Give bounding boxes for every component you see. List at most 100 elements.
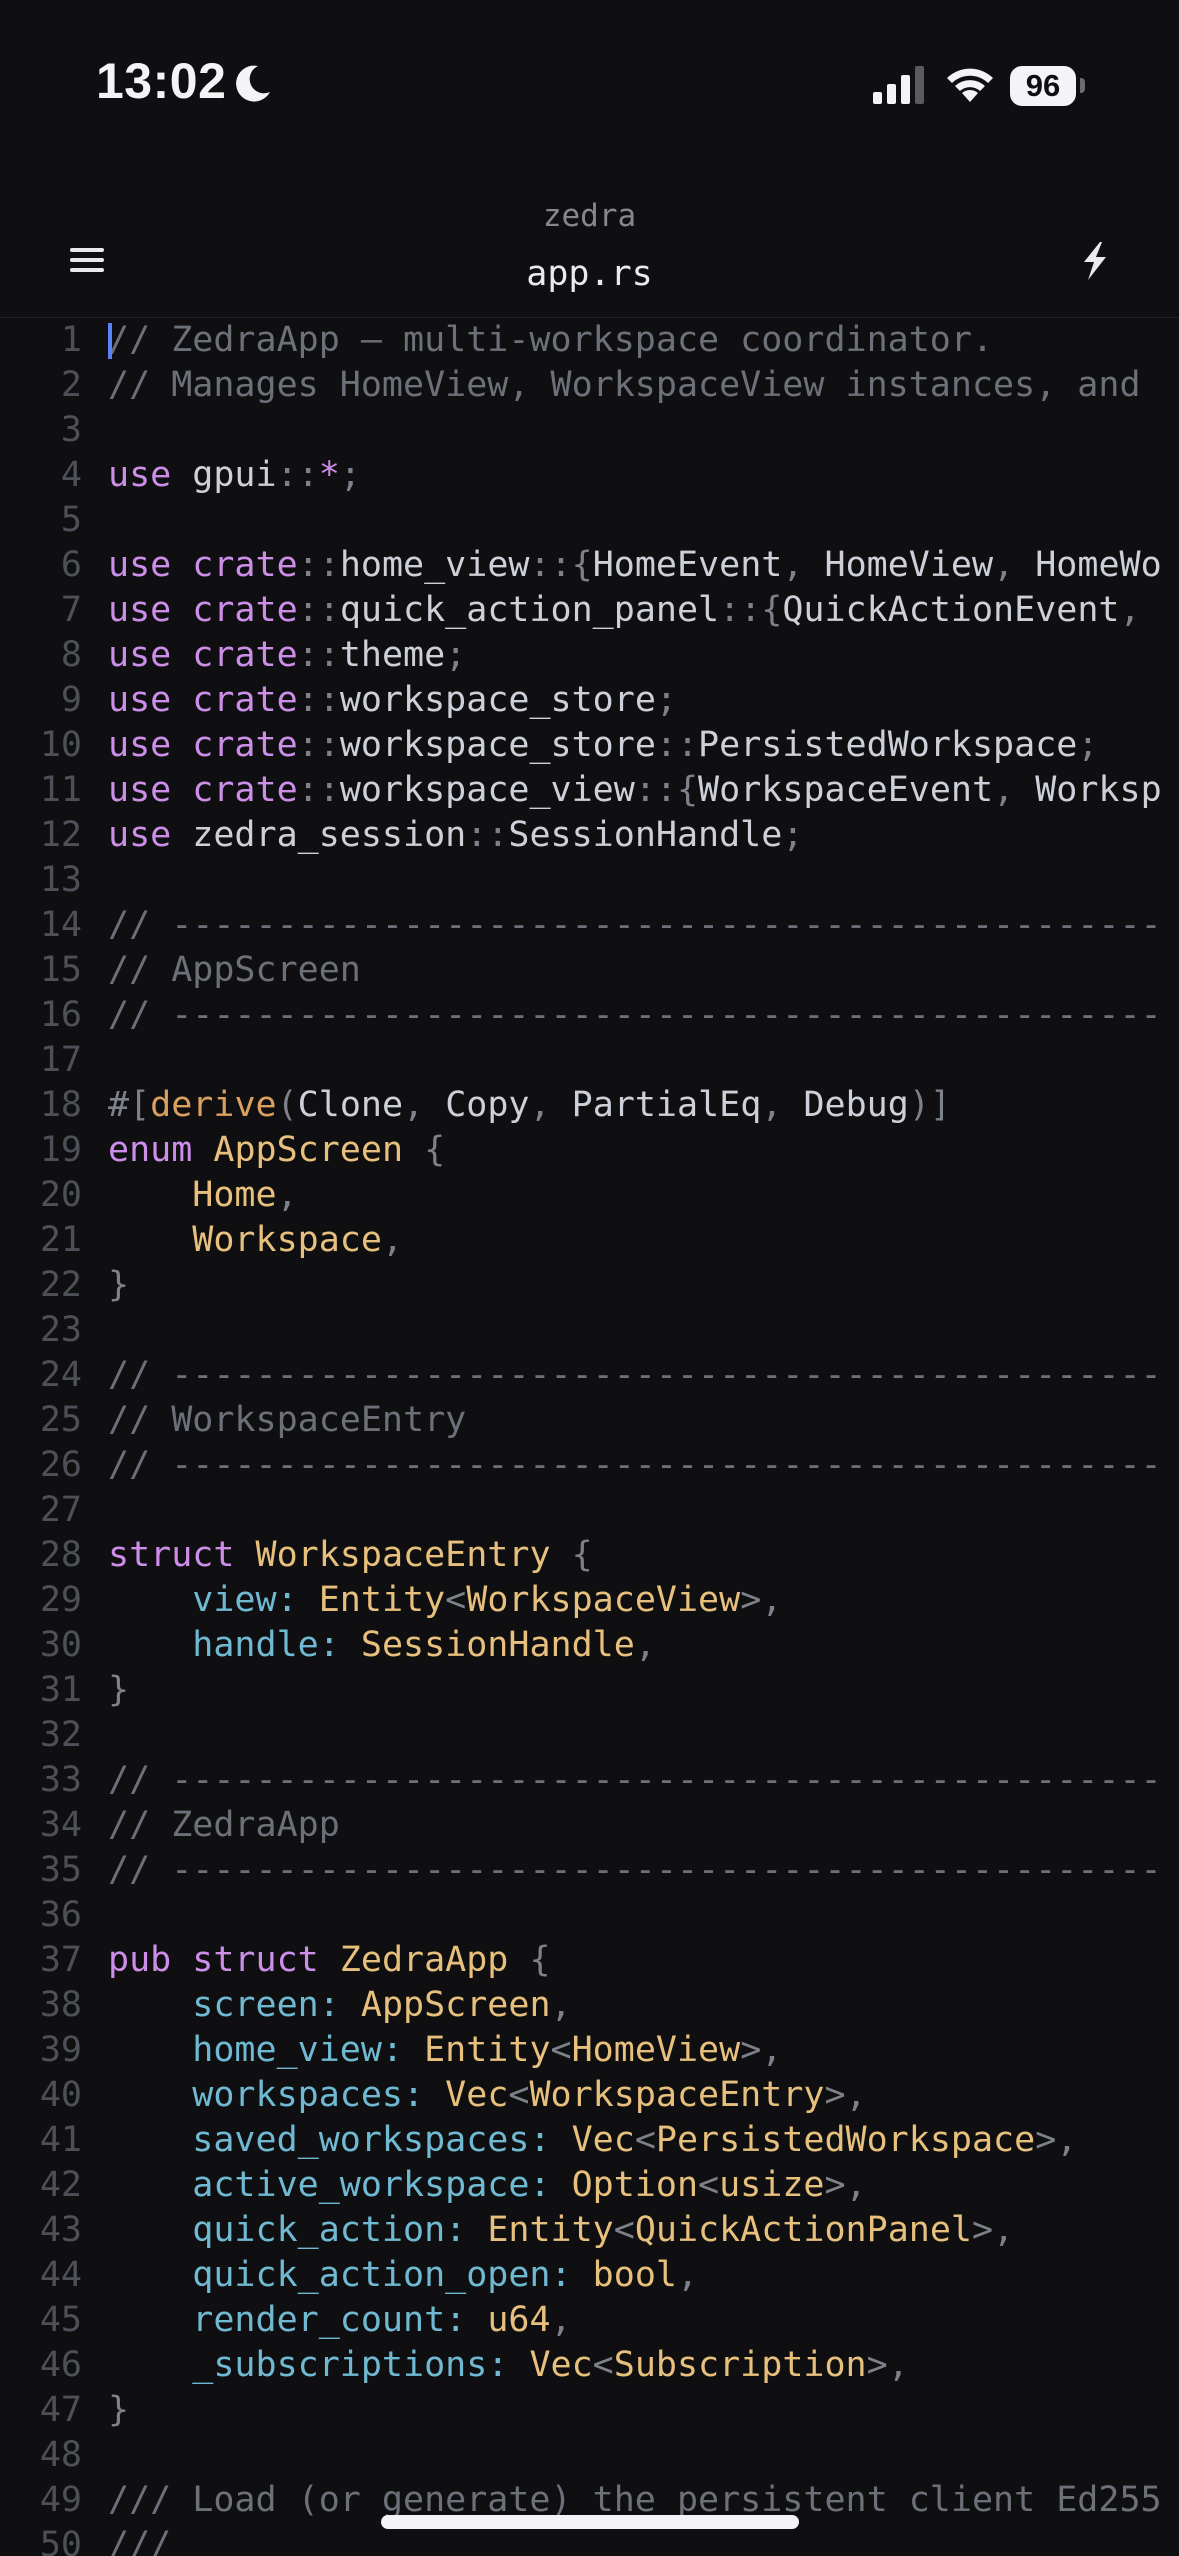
signal-bars-icon xyxy=(873,64,929,108)
code-line[interactable]: 5 xyxy=(0,498,1179,543)
code-line[interactable]: 31} xyxy=(0,1668,1179,1713)
line-number: 49 xyxy=(39,2480,82,2520)
code-line[interactable]: 45 render_count: u64, xyxy=(0,2298,1179,2343)
code-line[interactable]: 16 // -----------------------------------… xyxy=(0,993,1179,1038)
code-token: use xyxy=(108,590,172,630)
code-token: , xyxy=(782,545,825,585)
code-token: : xyxy=(276,1580,319,1620)
code-line[interactable]: 29 view: Entity<WorkspaceView>, xyxy=(0,1578,1179,1623)
code-token: :: xyxy=(297,680,340,720)
code-token: , xyxy=(634,1625,656,1665)
code-token: AppScreen xyxy=(192,1130,404,1170)
code-line[interactable]: 18 #[derive(Clone, Copy, PartialEq, Debug… xyxy=(0,1083,1179,1128)
code-line[interactable]: 39 home_view: Entity<HomeView>, xyxy=(0,2028,1179,2073)
code-token: , xyxy=(550,2300,572,2340)
code-line[interactable]: 36 xyxy=(0,1893,1179,1938)
line-number: 26 xyxy=(39,1445,82,1485)
code-line[interactable]: 35 // -----------------------------------… xyxy=(0,1848,1179,1893)
file-name[interactable]: app.rs xyxy=(0,254,1179,294)
code-text: use crate::workspace_store::PersistedWor… xyxy=(108,723,1098,768)
code-text: // -------------------------------------… xyxy=(108,1353,1162,1398)
code-line[interactable]: 22} xyxy=(0,1263,1179,1308)
code-line[interactable]: 25 // WorkspaceEntry xyxy=(0,1398,1179,1443)
code-line[interactable]: 48 xyxy=(0,2433,1179,2478)
code-text: use zedra_session::SessionHandle; xyxy=(108,813,803,858)
code-token: quick_action_panel xyxy=(339,590,720,630)
code-line[interactable]: 11 use crate::workspace_view::{WorkspaceE… xyxy=(0,768,1179,813)
code-line[interactable]: 28 struct WorkspaceEntry { xyxy=(0,1533,1179,1578)
home-indicator[interactable] xyxy=(381,2515,799,2529)
code-text: } xyxy=(108,2388,129,2433)
line-number: 48 xyxy=(39,2435,82,2475)
code-token: Vec xyxy=(445,2075,509,2115)
code-text: // ZedraApp xyxy=(108,1803,340,1848)
lightning-bolt-icon[interactable] xyxy=(1070,222,1120,298)
code-line[interactable]: 46 _subscriptions: Vec<Subscription>, xyxy=(0,2343,1179,2388)
code-line[interactable]: 43 quick_action: Entity<QuickActionPanel… xyxy=(0,2208,1179,2253)
code-line[interactable]: 38 screen: AppScreen, xyxy=(0,1983,1179,2028)
code-token: :: xyxy=(297,545,340,585)
code-line[interactable]: 13 xyxy=(0,858,1179,903)
code-line[interactable]: 10 use crate::workspace_store::PersistedW… xyxy=(0,723,1179,768)
code-line[interactable]: 15 // AppScreen xyxy=(0,948,1179,993)
code-token: :: xyxy=(297,770,340,810)
code-line[interactable]: 4 use gpui::*; xyxy=(0,453,1179,498)
code-text: use crate::quick_action_panel::{QuickAct… xyxy=(108,588,1141,633)
code-text: Workspace, xyxy=(108,1218,403,1263)
moon-icon xyxy=(234,64,272,108)
code-token: ; xyxy=(1077,725,1099,765)
code-line[interactable]: 1 // ZedraApp — multi-workspace coordinat… xyxy=(0,318,1179,363)
code-line[interactable]: 3 xyxy=(0,408,1179,453)
code-line[interactable]: 33 // -----------------------------------… xyxy=(0,1758,1179,1803)
code-token: : xyxy=(318,1625,361,1665)
code-line[interactable]: 9 use crate::workspace_store; xyxy=(0,678,1179,723)
line-number: 18 xyxy=(39,1085,82,1125)
code-text: handle: SessionHandle, xyxy=(108,1623,656,1668)
line-number: 40 xyxy=(39,2075,82,2115)
code-token: < xyxy=(550,2030,572,2070)
code-line[interactable]: 7 use crate::quick_action_panel::{QuickAc… xyxy=(0,588,1179,633)
line-number: 27 xyxy=(39,1490,82,1530)
code-line[interactable]: 21 Workspace, xyxy=(0,1218,1179,1263)
line-number: 6 xyxy=(60,545,82,585)
code-token: home_view xyxy=(108,2030,382,2070)
code-line[interactable]: 8 use crate::theme; xyxy=(0,633,1179,678)
code-token: : xyxy=(381,2030,425,2070)
code-line[interactable]: 24 // -----------------------------------… xyxy=(0,1353,1179,1398)
code-token: >, xyxy=(971,2210,1015,2250)
code-line[interactable]: 41 saved_workspaces: Vec<PersistedWorksp… xyxy=(0,2118,1179,2163)
code-line[interactable]: 44 quick_action_open: bool, xyxy=(0,2253,1179,2298)
code-token: use xyxy=(108,680,172,720)
code-token: : xyxy=(550,2255,593,2295)
code-line[interactable]: 2 // Manages HomeView, WorkspaceView inst… xyxy=(0,363,1179,408)
code-line[interactable]: 6 use crate::home_view::{HomeEvent, HomeV… xyxy=(0,543,1179,588)
code-text: // ZedraApp — multi-workspace coordinato… xyxy=(108,318,993,363)
line-number: 12 xyxy=(39,815,82,855)
code-line[interactable]: 12 use zedra_session::SessionHandle; xyxy=(0,813,1179,858)
code-line[interactable]: 14 // -----------------------------------… xyxy=(0,903,1179,948)
code-token: >, xyxy=(824,2165,867,2205)
code-text: } xyxy=(108,1263,129,1308)
line-number: 30 xyxy=(39,1625,82,1665)
code-line[interactable]: 23 xyxy=(0,1308,1179,1353)
code-line[interactable]: 34 // ZedraApp xyxy=(0,1803,1179,1848)
code-token: // -------------------------------------… xyxy=(108,1850,1162,1890)
code-line[interactable]: 17 xyxy=(0,1038,1179,1083)
code-token: < xyxy=(592,2345,614,2385)
code-line[interactable]: 30 handle: SessionHandle, xyxy=(0,1623,1179,1668)
code-line[interactable]: 32 xyxy=(0,1713,1179,1758)
code-token: , xyxy=(993,545,1036,585)
code-line[interactable]: 26 // -----------------------------------… xyxy=(0,1443,1179,1488)
code-editor[interactable]: 1 // ZedraApp — multi-workspace coordinat… xyxy=(0,318,1179,2556)
code-token: // -------------------------------------… xyxy=(108,995,1162,1035)
code-line[interactable]: 27 xyxy=(0,1488,1179,1533)
code-line[interactable]: 42 active_workspace: Option<usize>, xyxy=(0,2163,1179,2208)
code-line[interactable]: 47} xyxy=(0,2388,1179,2433)
code-line[interactable]: 19 enum AppScreen { xyxy=(0,1128,1179,1173)
line-number: 29 xyxy=(39,1580,82,1620)
code-line[interactable]: 37 pub struct ZedraApp { xyxy=(0,1938,1179,1983)
code-token: theme xyxy=(339,635,446,675)
code-line[interactable]: 20 Home, xyxy=(0,1173,1179,1218)
line-number: 45 xyxy=(39,2300,82,2340)
code-line[interactable]: 40 workspaces: Vec<WorkspaceEntry>, xyxy=(0,2073,1179,2118)
